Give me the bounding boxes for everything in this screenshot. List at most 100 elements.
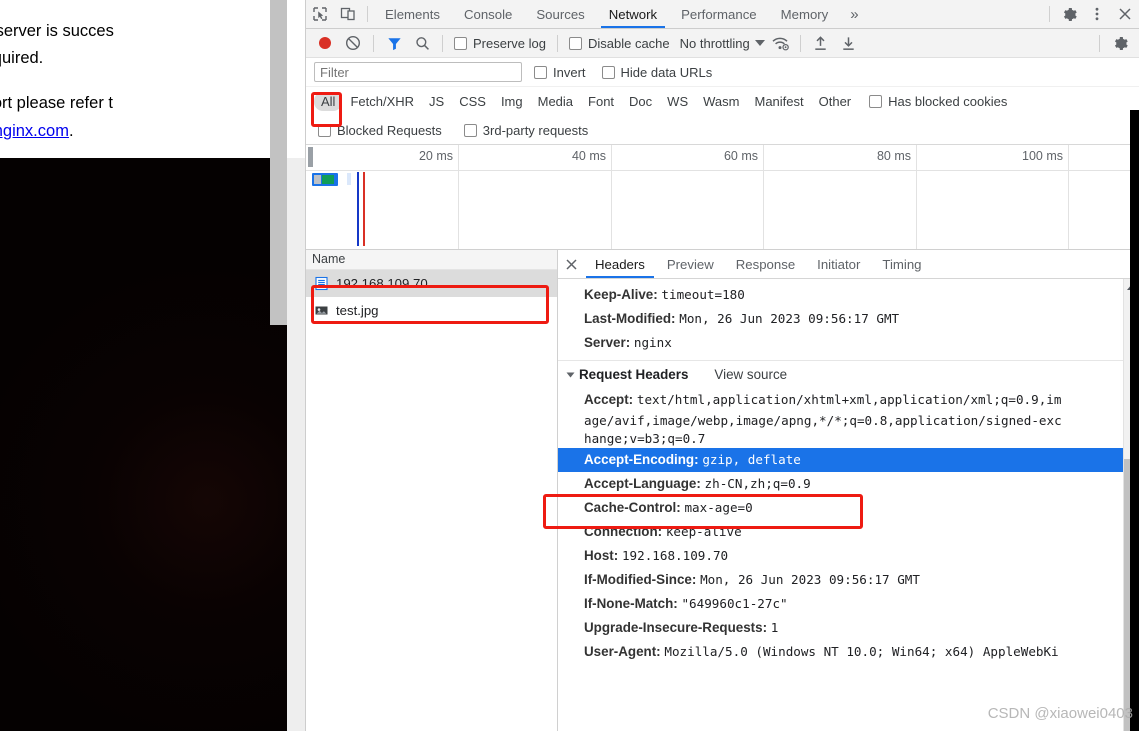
header-accept-encoding[interactable]: Accept-Encoding: gzip, deflate (558, 448, 1139, 472)
header-accept[interactable]: Accept: text/html,application/xhtml+xml,… (558, 388, 1139, 412)
header-keep-alive[interactable]: Keep-Alive: timeout=180 (558, 283, 1139, 307)
detail-tab-initiator[interactable]: Initiator (806, 250, 871, 278)
header-server[interactable]: Server: nginx (558, 331, 1139, 355)
view-source-link[interactable]: View source (714, 367, 787, 382)
header-connection[interactable]: Connection: keep-alive (558, 520, 1139, 544)
type-filter-fetch-xhr[interactable]: Fetch/XHR (343, 92, 421, 111)
network-conditions-icon[interactable] (767, 31, 793, 55)
invert-checkbox[interactable]: Invert (534, 65, 586, 80)
overview-selection-handle[interactable] (308, 147, 313, 167)
detail-tab-headers[interactable]: Headers (584, 250, 656, 278)
type-filter-wasm[interactable]: Wasm (696, 92, 746, 111)
third-party-requests-box[interactable] (463, 123, 477, 137)
search-icon[interactable] (409, 31, 435, 55)
type-filter-font-label: Font (588, 94, 615, 109)
more-tabs-label: » (850, 5, 859, 23)
header-value: "649960c1-27c" (681, 596, 788, 611)
tab-memory[interactable]: Memory (769, 0, 841, 28)
header-value: keep-alive (665, 524, 742, 539)
throttling-select[interactable]: No throttling (680, 36, 765, 51)
close-icon[interactable] (1111, 0, 1139, 28)
network-settings-gear-icon[interactable] (1107, 31, 1133, 55)
gear-icon[interactable] (1055, 0, 1083, 28)
export-har-icon[interactable] (836, 31, 862, 55)
type-filter-media[interactable]: Media (531, 92, 580, 111)
type-filter-other[interactable]: Other (812, 92, 859, 111)
type-filter-css[interactable]: CSS (452, 92, 493, 111)
request-row-name: 192.168.109.70 (336, 276, 428, 291)
chevron-down-icon[interactable] (566, 372, 575, 377)
image-icon (314, 303, 329, 318)
more-tabs-icon[interactable]: » (840, 0, 868, 28)
type-filter-manifest[interactable]: Manifest (747, 92, 810, 111)
tab-sources[interactable]: Sources (524, 0, 596, 28)
toolbar-divider-5 (1099, 34, 1100, 52)
request-row-name: test.jpg (336, 303, 379, 318)
device-toolbar-icon[interactable] (334, 0, 362, 28)
header-if-none-match[interactable]: If-None-Match: "649960c1-27c" (558, 592, 1139, 616)
type-filter-ws[interactable]: WS (660, 92, 695, 111)
page-line-4-suffix: . (68, 121, 74, 140)
document-icon (314, 276, 329, 291)
header-last-modified[interactable]: Last-Modified: Mon, 26 Jun 2023 09:56:17… (558, 307, 1139, 331)
tab-elements-label: Elements (385, 6, 440, 22)
kebab-menu-icon[interactable] (1083, 0, 1111, 28)
preserve-log-label: Preserve log (473, 35, 546, 51)
type-filter-img[interactable]: Img (494, 92, 530, 111)
request-row-192-168-109-70[interactable]: 192.168.109.70 (306, 270, 557, 297)
clear-icon[interactable] (340, 31, 366, 55)
type-filter-doc-label: Doc (629, 94, 653, 109)
has-blocked-cookies-checkbox[interactable]: Has blocked cookies (869, 94, 1007, 109)
header-key: Cache-Control: (584, 500, 681, 515)
filter-icon[interactable] (381, 31, 407, 55)
request-headers-title: Request Headers (579, 367, 689, 382)
network-overview-timeline[interactable]: 20 ms 40 ms 60 ms 80 ms 100 ms (306, 145, 1139, 250)
request-list-column-name[interactable]: Name (306, 250, 557, 270)
type-filter-doc[interactable]: Doc (622, 92, 659, 111)
detail-tab-headers-label: Headers (595, 256, 645, 272)
header-accept-language[interactable]: Accept-Language: zh-CN,zh;q=0.9 (558, 472, 1139, 496)
record-icon[interactable] (312, 31, 338, 55)
detail-tab-timing[interactable]: Timing (871, 250, 932, 278)
tab-performance[interactable]: Performance (669, 0, 769, 28)
request-headers-section[interactable]: Request Headers View source (558, 361, 1139, 388)
type-filter-all[interactable]: All (314, 92, 343, 111)
header-key: Accept-Encoding: (584, 452, 699, 467)
header-value: Mozilla/5.0 (Windows NT 10.0; Win64; x64… (664, 644, 1059, 659)
header-user-agent[interactable]: User-Agent: Mozilla/5.0 (Windows NT 10.0… (558, 640, 1139, 664)
disable-cache-box[interactable] (568, 36, 582, 50)
blocked-requests-box[interactable] (318, 123, 331, 137)
chevron-down-icon[interactable] (754, 40, 765, 46)
nginx-com-link[interactable]: nginx.com (0, 122, 69, 140)
blocked-requests-checkbox[interactable]: Blocked Requests (318, 123, 442, 138)
header-cache-control[interactable]: Cache-Control: max-age=0 (558, 496, 1139, 520)
detail-tab-initiator-label: Initiator (817, 256, 861, 272)
close-detail-icon[interactable] (558, 250, 584, 278)
tab-elements[interactable]: Elements (373, 0, 452, 28)
header-value: Mon, 26 Jun 2023 09:56:17 GMT (700, 572, 920, 587)
filter-input[interactable] (314, 62, 522, 82)
import-har-icon[interactable] (808, 31, 834, 55)
page-scrollbar[interactable] (270, 0, 287, 325)
invert-box[interactable] (534, 65, 547, 79)
tab-network[interactable]: Network (597, 0, 669, 28)
hide-data-urls-checkbox[interactable]: Hide data URLs (601, 65, 712, 80)
third-party-requests-checkbox[interactable]: 3rd-party requests (463, 123, 588, 138)
header-upgrade-insecure-requests[interactable]: Upgrade-Insecure-Requests: 1 (558, 616, 1139, 640)
inspect-icon[interactable] (306, 0, 334, 28)
request-row-test-jpg[interactable]: test.jpg (306, 297, 557, 324)
type-filter-font[interactable]: Font (581, 92, 621, 111)
disable-cache-checkbox[interactable]: Disable cache (568, 36, 670, 51)
preserve-log-box[interactable] (454, 36, 467, 50)
hide-data-urls-box[interactable] (601, 65, 615, 79)
tab-console[interactable]: Console (452, 0, 524, 28)
header-if-modified-since[interactable]: If-Modified-Since: Mon, 26 Jun 2023 09:5… (558, 568, 1139, 592)
detail-tab-preview[interactable]: Preview (656, 250, 725, 278)
overview-gridline-2 (611, 145, 612, 249)
detail-tab-response[interactable]: Response (725, 250, 806, 278)
type-filter-js[interactable]: JS (422, 92, 451, 111)
header-host[interactable]: Host: 192.168.109.70 (558, 544, 1139, 568)
overview-tick-80ms: 80 ms (876, 149, 911, 163)
preserve-log-checkbox[interactable]: Preserve log (454, 36, 546, 51)
has-blocked-cookies-box[interactable] (869, 95, 883, 108)
